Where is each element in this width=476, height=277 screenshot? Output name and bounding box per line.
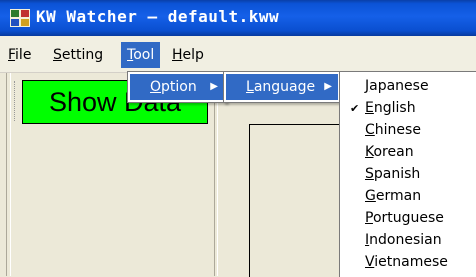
lang-label: erman [375,188,422,204]
language-item-indonesian[interactable]: Indonesian [365,229,442,252]
submenu-arrow-icon: ▶ [324,81,332,92]
lang-label: ndonesian [369,232,442,248]
lang-label: panish [373,166,421,182]
submenu-arrow-icon: ▶ [210,81,218,92]
app-icon [10,9,30,27]
menu-item-option[interactable]: Option ▶ [130,74,224,100]
pane-splitter[interactable] [214,73,218,276]
language-item-korean[interactable]: Korean [365,141,414,164]
menu-tool-label: ool [133,47,155,63]
menu-file-label: ile [15,47,32,63]
language-item-portuguese[interactable]: Portuguese [365,207,444,230]
title-bar[interactable]: KW Watcher – default.kww [0,0,476,36]
menu-help[interactable]: Help [166,44,210,66]
option-label: ption [161,79,197,95]
lang-key: G [365,188,376,204]
menu-setting[interactable]: Setting [47,44,109,66]
toolbar-grip[interactable] [14,81,17,121]
menu-file-key: F [8,47,16,63]
lang-key: E [365,100,374,116]
window-left-edge [6,73,11,276]
lang-key: S [365,166,374,182]
lang-label: ortuguese [372,210,444,226]
language-item-german[interactable]: German [365,185,421,208]
option-menu: Language ▶ [223,71,341,103]
menu-bar: File Setting Tool Help [0,36,476,73]
menu-tool[interactable]: Tool [121,42,161,68]
language-item-vietnamese[interactable]: Vietnamese [365,251,448,274]
lang-label: orean [373,144,414,160]
lang-key: P [365,210,373,226]
language-item-spanish[interactable]: Spanish [365,163,420,186]
lang-label: hinese [374,122,421,138]
language-item-japanese[interactable]: Japanese [365,75,429,98]
option-key: O [150,79,162,95]
lang-key: C [365,122,375,138]
lang-key: V [365,254,375,270]
language-key: L [246,79,254,95]
language-item-english[interactable]: English [365,97,416,120]
menu-setting-key: S [53,47,62,63]
menu-help-key: H [172,47,183,63]
checkmark-icon: ✔ [350,102,360,115]
menu-item-language[interactable]: Language ▶ [226,74,338,100]
language-label: anguage [253,79,316,95]
menu-setting-label: etting [61,47,104,63]
language-menu: Japanese ✔ English Chinese Korean Spanis… [339,71,476,277]
lang-label: nglish [373,100,416,116]
lang-label: apanese [369,78,429,94]
language-item-chinese[interactable]: Chinese [365,119,421,142]
menu-help-label: elp [182,47,204,63]
window-title: KW Watcher – default.kww [36,7,280,26]
tool-menu: Option ▶ [127,71,227,103]
lang-label: ietnamese [374,254,448,270]
menu-file[interactable]: File [2,44,37,66]
